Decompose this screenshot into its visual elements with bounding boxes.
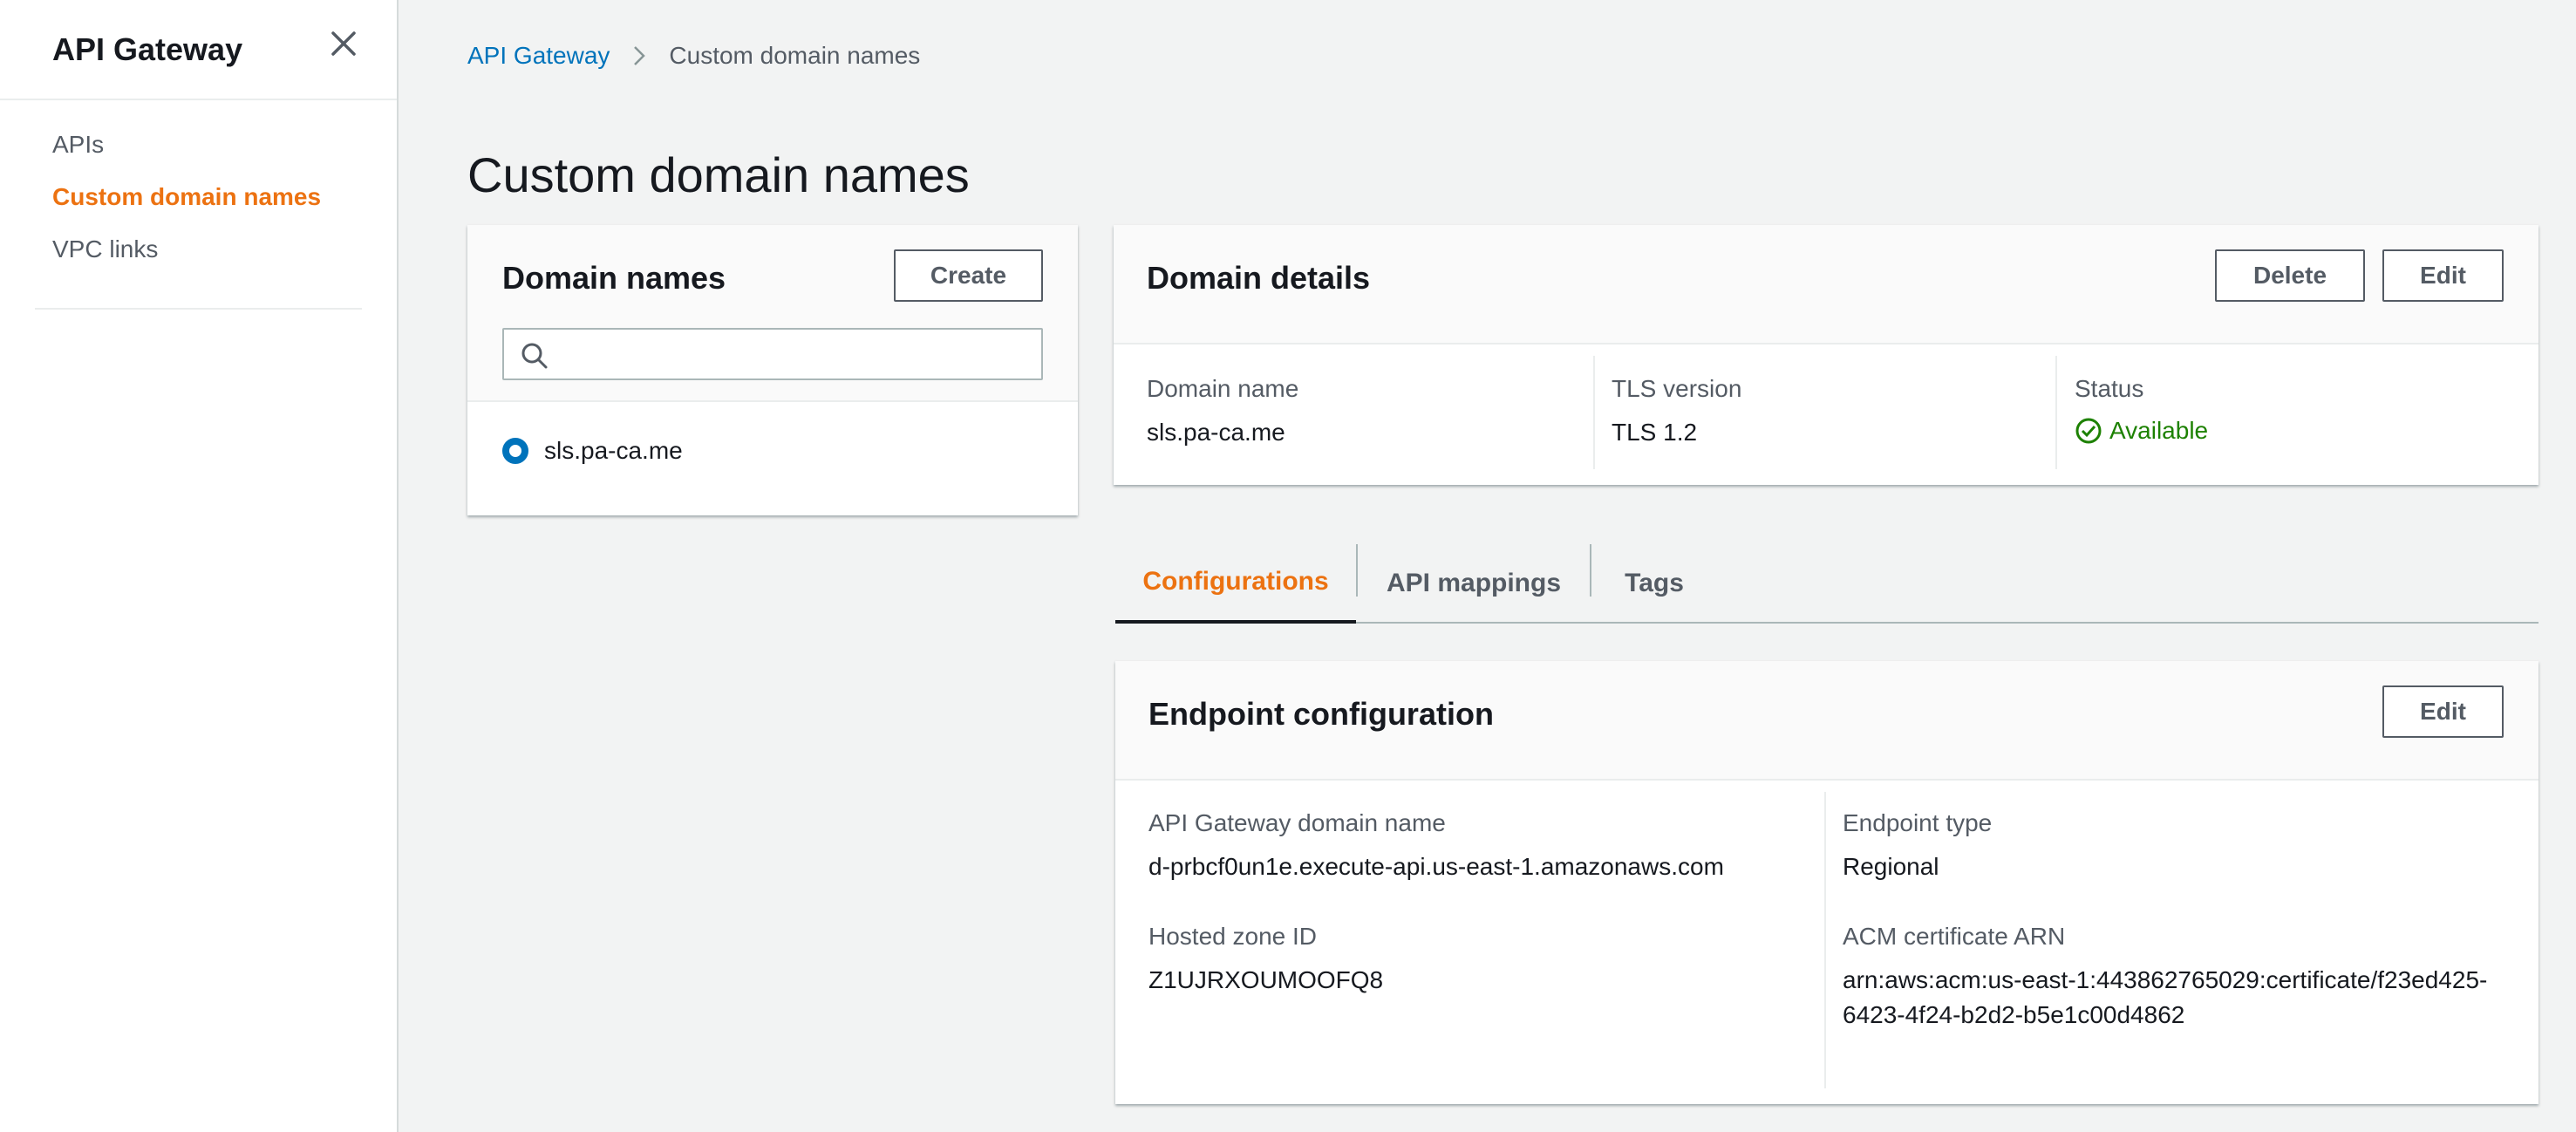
tls-version-value: TLS 1.2 xyxy=(1612,419,1698,446)
domain-details-panel: Domain details Delete Edit Domain name s… xyxy=(1114,225,2539,485)
sidebar-item-vpc-links[interactable]: VPC links xyxy=(52,232,321,284)
hosted-zone-label: Hosted zone ID xyxy=(1148,923,1317,950)
tls-version-label: TLS version xyxy=(1612,375,1742,402)
sidebar: API Gateway APIs Custom domain names VPC… xyxy=(0,0,399,1132)
endpoint-configuration-header: Endpoint configuration Edit xyxy=(1115,661,2539,781)
delete-button[interactable]: Delete xyxy=(2215,249,2365,302)
chevron-right-icon xyxy=(634,46,646,65)
breadcrumb: API Gateway Custom domain names xyxy=(467,42,920,70)
sidebar-item-apis[interactable]: APIs xyxy=(52,127,321,180)
column-divider xyxy=(2055,356,2057,469)
acm-certificate-value: arn:aws:acm:us-east-1:443862765029:certi… xyxy=(1843,966,2488,1028)
endpoint-type-value: Regional xyxy=(1843,853,1939,880)
endpoint-configuration-panel: Endpoint configuration Edit API Gateway … xyxy=(1115,661,2539,1104)
domain-name-field-label: Domain name xyxy=(1147,375,1299,402)
endpoint-configuration-title: Endpoint configuration xyxy=(1148,696,1494,732)
sidebar-item-custom-domain-names[interactable]: Custom domain names xyxy=(52,180,321,232)
tab-api-mappings[interactable]: API mappings xyxy=(1358,542,1590,624)
breadcrumb-current: Custom domain names xyxy=(669,42,921,69)
domain-name-field-value: sls.pa-ca.me xyxy=(1147,419,1285,446)
create-button[interactable]: Create xyxy=(894,249,1043,302)
gateway-domain-value: d-prbcf0un1e.execute-api.us-east-1.amazo… xyxy=(1148,853,1724,880)
check-circle-icon xyxy=(2075,418,2102,444)
sidebar-title: API Gateway xyxy=(52,31,243,67)
edit-endpoint-button[interactable]: Edit xyxy=(2382,685,2504,738)
domain-radio-selected[interactable] xyxy=(502,438,528,464)
status-badge: Available xyxy=(2075,417,2208,445)
sidebar-divider xyxy=(35,308,362,310)
acm-certificate-label: ACM certificate ARN xyxy=(1843,923,2066,950)
domain-search-box[interactable] xyxy=(502,328,1043,380)
column-divider xyxy=(1593,356,1595,469)
domain-list-item[interactable]: sls.pa-ca.me xyxy=(502,437,683,465)
edit-domain-button[interactable]: Edit xyxy=(2382,249,2504,302)
domain-details-title: Domain details xyxy=(1147,260,1371,296)
page-title: Custom domain names xyxy=(467,147,970,202)
search-icon xyxy=(521,343,548,369)
close-icon[interactable] xyxy=(328,28,359,59)
status-label: Status xyxy=(2075,375,2144,402)
domain-name-label: sls.pa-ca.me xyxy=(544,437,683,464)
breadcrumb-api-gateway-link[interactable]: API Gateway xyxy=(467,42,610,70)
tab-bar: Configurations API mappings Tags xyxy=(1115,542,2539,624)
domain-search-input[interactable] xyxy=(560,330,1031,378)
tab-tags[interactable]: Tags xyxy=(1591,542,1717,624)
domain-names-title: Domain names xyxy=(502,260,726,296)
endpoint-type-label: Endpoint type xyxy=(1843,809,1993,836)
tab-configurations[interactable]: Configurations xyxy=(1115,542,1356,624)
sidebar-header: API Gateway xyxy=(0,0,397,100)
hosted-zone-value: Z1UJRXOUMOOFQ8 xyxy=(1148,966,1384,993)
column-divider xyxy=(1824,792,1826,1088)
domain-details-header: Domain details Delete Edit xyxy=(1114,225,2539,344)
gateway-domain-label: API Gateway domain name xyxy=(1148,809,1446,836)
domain-names-header: Domain names Create xyxy=(467,225,1078,402)
domain-names-panel: Domain names Create sls.pa-ca.me xyxy=(467,225,1078,515)
status-value: Available xyxy=(2109,417,2209,444)
sidebar-nav: APIs Custom domain names VPC links xyxy=(52,127,321,284)
